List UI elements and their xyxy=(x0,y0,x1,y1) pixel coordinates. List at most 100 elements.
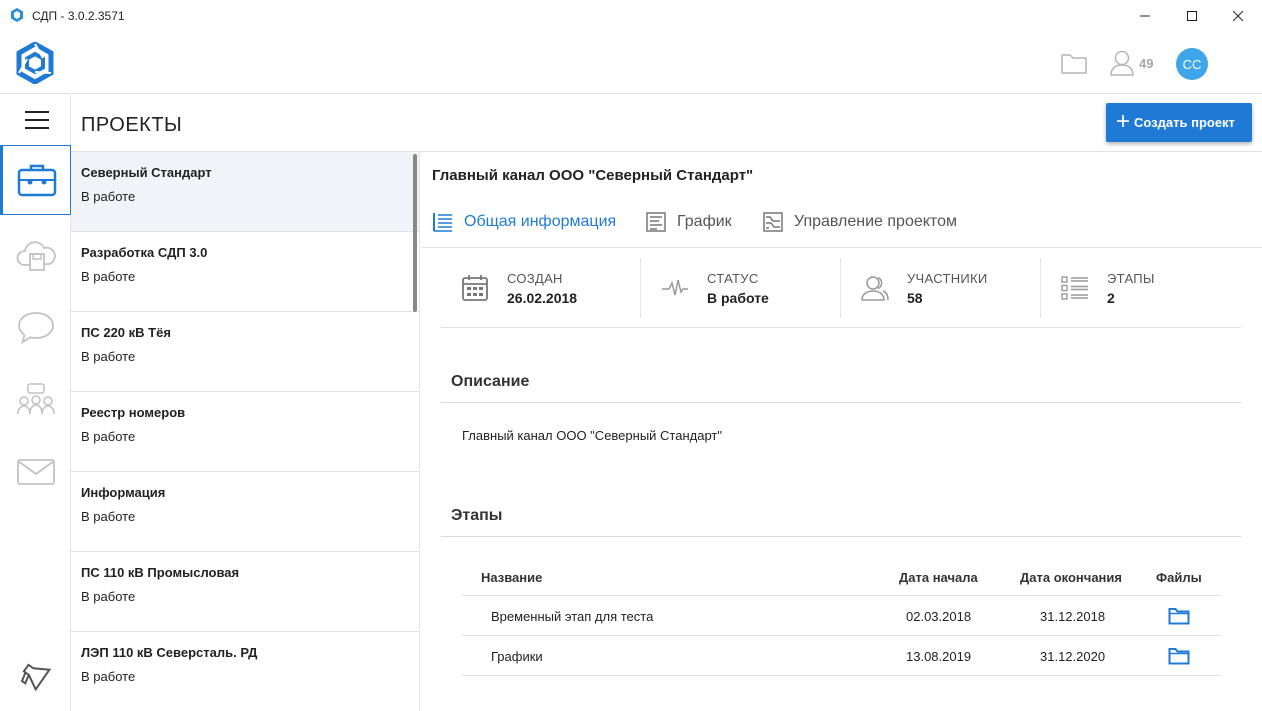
tab-project-management[interactable]: Управление проектом xyxy=(762,208,957,236)
window-title: СДП - 3.0.2.3571 xyxy=(32,9,125,23)
project-status: В работе xyxy=(81,189,136,204)
stat-stages-label: ЭТАПЫ xyxy=(1107,271,1155,286)
stat-participants-label: УЧАСТНИКИ xyxy=(907,271,988,286)
project-management-icon xyxy=(763,212,783,232)
app-icon xyxy=(11,8,23,22)
project-name: ПС 110 кВ Промысловая xyxy=(81,565,240,580)
nav-rail xyxy=(0,95,71,711)
project-name: ЛЭП 110 кВ Северсталь. РД xyxy=(81,645,258,660)
stat-status-label: СТАТУС xyxy=(707,271,759,286)
stage-end-date: 31.12.2018 xyxy=(1040,609,1106,624)
project-list[interactable]: Северный Стандарт В работе Разработка СД… xyxy=(71,152,420,711)
nav-mail[interactable] xyxy=(0,437,71,507)
user-icon[interactable] xyxy=(1109,49,1135,77)
stage-name: Временный этап для теста xyxy=(491,609,654,624)
chat-bubble-icon xyxy=(17,312,54,345)
nav-team[interactable] xyxy=(0,365,71,435)
project-status: В работе xyxy=(81,509,136,524)
nav-announcements[interactable] xyxy=(0,640,71,710)
avatar[interactable]: СС xyxy=(1176,48,1208,80)
table-row-divider xyxy=(461,595,1221,596)
stages-header-files[interactable]: Файлы xyxy=(1156,570,1202,585)
participants-icon xyxy=(861,276,889,301)
briefcase-icon xyxy=(17,164,56,197)
stage-name: Графики xyxy=(491,649,543,664)
nav-cloud-storage[interactable] xyxy=(0,220,71,290)
project-item[interactable]: Северный Стандарт В работе xyxy=(71,152,419,232)
tab-schedule-label: График xyxy=(677,213,732,230)
app-header: 49 СС xyxy=(0,32,1262,94)
project-detail-title: Главный канал ООО "Северный Стандарт" xyxy=(432,167,754,184)
stages-header-start[interactable]: Дата начала xyxy=(899,570,978,585)
tab-general-info[interactable]: Общая информация xyxy=(432,208,616,236)
stages-divider xyxy=(441,536,1241,537)
project-item[interactable]: Реестр номеров В работе xyxy=(71,392,419,472)
project-list-scrollbar[interactable] xyxy=(413,154,417,312)
folder-icon[interactable] xyxy=(1060,50,1088,76)
create-project-label: Создать проект xyxy=(1134,115,1235,130)
megaphone-icon xyxy=(20,663,51,692)
folder-icon[interactable] xyxy=(1168,607,1190,625)
stat-created-value: 26.02.2018 xyxy=(507,290,578,306)
stat-created: СОЗДАН 26.02.2018 xyxy=(441,258,641,318)
stat-created-label: СОЗДАН xyxy=(507,271,563,286)
stage-end-date: 31.12.2020 xyxy=(1040,649,1106,664)
logo-icon xyxy=(16,42,54,84)
list-icon xyxy=(1061,276,1088,300)
project-name: Реестр номеров xyxy=(81,405,186,420)
page-title: ПРОЕКТЫ xyxy=(81,114,183,136)
close-button[interactable] xyxy=(1215,0,1261,32)
folder-icon[interactable] xyxy=(1168,647,1190,665)
project-item[interactable]: Разработка СДП 3.0 В работе xyxy=(71,232,419,312)
table-row-divider xyxy=(461,635,1221,636)
stat-participants: УЧАСТНИКИ 58 xyxy=(841,258,1041,318)
project-status: В работе xyxy=(81,429,136,444)
tab-schedule[interactable]: График xyxy=(645,208,732,236)
hamburger-menu-icon[interactable] xyxy=(25,111,49,129)
document-lines-icon xyxy=(433,213,452,232)
stage-start-date: 02.03.2018 xyxy=(906,609,972,624)
maximize-button[interactable] xyxy=(1169,0,1215,32)
description-divider xyxy=(441,402,1241,403)
nav-projects[interactable] xyxy=(0,145,71,215)
project-item[interactable]: Информация В работе xyxy=(71,472,419,552)
project-item[interactable]: ЛЭП 110 кВ Северсталь. РД В работе xyxy=(71,632,419,711)
description-title: Описание xyxy=(451,373,530,390)
stat-status: СТАТУС В работе xyxy=(641,258,841,318)
pulse-icon xyxy=(662,279,688,296)
plus-icon: + xyxy=(1116,107,1131,135)
user-count: 49 xyxy=(1139,56,1154,71)
nav-chat[interactable] xyxy=(0,292,71,362)
project-status: В работе xyxy=(81,349,136,364)
stages-header-name[interactable]: Название xyxy=(481,570,542,585)
project-status: В работе xyxy=(81,269,136,284)
cloud-storage-icon xyxy=(16,241,56,271)
tab-general-info-label: Общая информация xyxy=(464,213,617,230)
stages-title: Этапы xyxy=(451,507,503,524)
title-bar: СДП - 3.0.2.3571 xyxy=(0,0,1262,32)
project-status: В работе xyxy=(81,669,136,684)
minimize-button[interactable] xyxy=(1122,0,1168,32)
team-icon xyxy=(16,383,55,415)
stat-participants-value: 58 xyxy=(907,290,923,306)
create-project-button[interactable]: + Создать проект xyxy=(1106,103,1252,142)
stage-start-date: 13.08.2019 xyxy=(906,649,972,664)
close-icon xyxy=(1232,10,1244,22)
tabs-divider xyxy=(421,247,1262,248)
stages-header-end[interactable]: Дата окончания xyxy=(1020,570,1122,585)
stat-stages-value: 2 xyxy=(1107,290,1115,306)
project-name: Информация xyxy=(81,485,166,500)
project-item[interactable]: ПС 110 кВ Промысловая В работе xyxy=(71,552,419,632)
stat-stages: ЭТАПЫ 2 xyxy=(1041,258,1241,318)
calendar-icon xyxy=(462,275,488,301)
project-name: Северный Стандарт xyxy=(81,165,212,180)
maximize-icon xyxy=(1187,11,1197,21)
schedule-icon xyxy=(646,212,666,232)
stats-divider xyxy=(441,327,1241,328)
stat-status-value: В работе xyxy=(707,290,769,306)
table-row-divider xyxy=(461,675,1221,676)
project-name: Разработка СДП 3.0 xyxy=(81,245,208,260)
tab-project-management-label: Управление проектом xyxy=(794,213,957,230)
envelope-icon xyxy=(16,459,55,485)
project-item[interactable]: ПС 220 кВ Тёя В работе xyxy=(71,312,419,392)
